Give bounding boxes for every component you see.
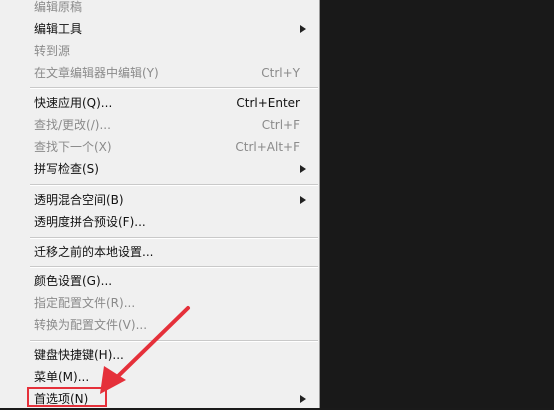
menu-item-edit-in-story-editor[interactable]: 在文章编辑器中编辑(Y) Ctrl+Y (0, 62, 318, 84)
menu-item-spelling[interactable]: 拼写检查(S) (0, 158, 318, 180)
menu-item-label: 键盘快捷键(H)... (34, 348, 124, 362)
menu-item-label: 查找下一个(X) (34, 140, 112, 154)
dark-background (320, 0, 554, 408)
menu-item-edit-original[interactable]: 编辑原稿 (0, 0, 318, 18)
chevron-right-icon (300, 158, 308, 180)
chevron-right-icon (300, 18, 308, 40)
menu-item-label: 透明混合空间(B) (34, 193, 124, 207)
menu-item-keyboard-shortcuts[interactable]: 键盘快捷键(H)... (0, 344, 318, 366)
menu-separator (30, 266, 318, 268)
menu-item-edit-tools[interactable]: 编辑工具 (0, 18, 318, 40)
menu-item-label: 颜色设置(G)... (34, 274, 113, 288)
menu-separator (30, 237, 318, 239)
menu-item-migrate-settings[interactable]: 迁移之前的本地设置... (0, 241, 318, 263)
menu-item-flattener-presets[interactable]: 透明度拼合预设(F)... (0, 211, 318, 233)
menu-item-label: 编辑原稿 (34, 0, 83, 14)
menu-item-label: 菜单(M)... (34, 370, 90, 384)
menu-item-label: 在文章编辑器中编辑(Y) (34, 66, 159, 80)
menu-item-shortcut: Ctrl+F (261, 118, 300, 132)
menu-item-shortcut: Ctrl+Y (261, 66, 300, 80)
menu-item-label: 拼写检查(S) (34, 162, 99, 176)
edit-menu-dropdown: 编辑原稿 编辑工具 转到源 在文章编辑器中编辑(Y) Ctrl+Y 快速应用(Q… (0, 0, 320, 408)
menu-item-assign-profiles[interactable]: 指定配置文件(R)... (0, 292, 318, 314)
menu-separator (30, 184, 318, 186)
annotation-highlight-box (27, 387, 107, 407)
menu-item-find-next[interactable]: 查找下一个(X) Ctrl+Alt+F (0, 136, 318, 158)
menu-item-shortcut: Ctrl+Alt+F (235, 140, 300, 154)
menu-item-menus[interactable]: 菜单(M)... (0, 366, 318, 388)
menu-item-shortcut: Ctrl+Enter (236, 96, 300, 110)
menu-item-label: 快速应用(Q)... (34, 96, 113, 110)
menu-item-quick-apply[interactable]: 快速应用(Q)... Ctrl+Enter (0, 92, 318, 114)
menu-item-label: 查找/更改(/)... (34, 118, 111, 132)
menu-item-find-change[interactable]: 查找/更改(/)... Ctrl+F (0, 114, 318, 136)
menu-item-label: 转换为配置文件(V)... (34, 318, 148, 332)
menu-item-label: 透明度拼合预设(F)... (34, 215, 146, 229)
chevron-right-icon (300, 189, 308, 211)
menu-item-label: 迁移之前的本地设置... (34, 245, 154, 259)
menu-separator (30, 340, 318, 342)
menu-item-color-settings[interactable]: 颜色设置(G)... (0, 270, 318, 292)
menu-item-label: 转到源 (34, 44, 71, 58)
menu-item-convert-to-profile[interactable]: 转换为配置文件(V)... (0, 314, 318, 336)
menu-item-label: 编辑工具 (34, 22, 83, 36)
menu-item-go-to-source[interactable]: 转到源 (0, 40, 318, 62)
chevron-right-icon (300, 388, 308, 410)
menu-separator (30, 87, 318, 89)
menu-item-transparency-blend-space[interactable]: 透明混合空间(B) (0, 189, 318, 211)
menu-item-label: 指定配置文件(R)... (34, 296, 136, 310)
